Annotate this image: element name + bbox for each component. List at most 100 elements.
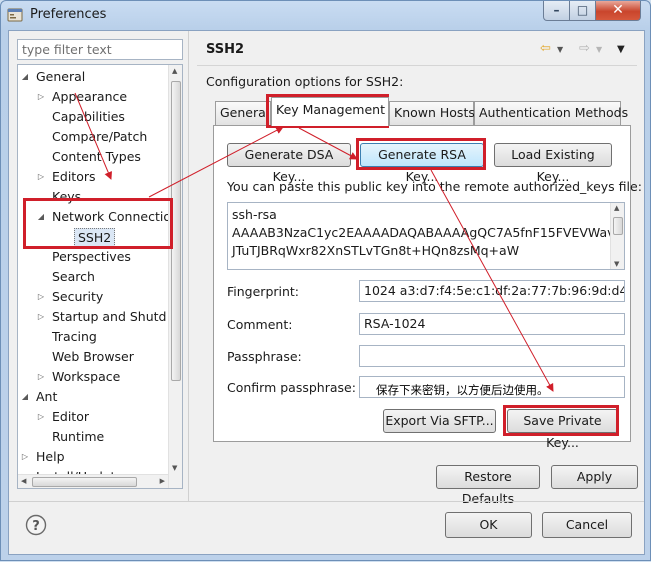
- tree-item-label: Web Browser: [52, 349, 134, 364]
- tab-known-hosts[interactable]: Known Hosts: [389, 101, 475, 125]
- filter-input[interactable]: [17, 39, 183, 60]
- load-existing-key-button[interactable]: Load Existing Key...: [494, 143, 612, 184]
- tree-item[interactable]: ▷ Startup and Shutd: [18, 307, 168, 327]
- tree-item[interactable]: ◢ Network Connectio: [18, 207, 171, 227]
- apply-button[interactable]: Apply: [551, 465, 638, 489]
- tree-item[interactable]: Tracing: [18, 327, 168, 347]
- tree-item[interactable]: Search: [18, 267, 168, 287]
- tab-label: Key Management: [276, 102, 385, 117]
- public-key-textarea[interactable]: ssh-rsa AAAAB3NzaC1yc2EAAAADAQABAAAAgQC7…: [227, 202, 625, 270]
- tree-item[interactable]: ◢ General: [18, 67, 168, 87]
- help-icon[interactable]: ?: [25, 514, 47, 536]
- title-bar[interactable]: Preferences – □ ✕: [1, 1, 650, 29]
- close-icon: ✕: [612, 2, 624, 18]
- comment-field[interactable]: RSA-1024: [359, 313, 625, 335]
- tab-key-management[interactable]: Key Management: [271, 97, 389, 126]
- generate-dsa-key-button[interactable]: Generate DSA Key...: [227, 143, 351, 184]
- paste-hint-label: You can paste this public key into the r…: [227, 179, 642, 194]
- tree-item[interactable]: SSH2: [18, 227, 168, 247]
- collapsed-triangle-icon[interactable]: ▷: [36, 287, 46, 307]
- tree-item[interactable]: ▷ Help: [18, 447, 168, 467]
- window-title: Preferences: [30, 7, 107, 22]
- tree-horizontal-scrollbar[interactable]: ◀ ▶: [18, 474, 168, 488]
- tree-item-label: SSH2: [74, 228, 116, 247]
- minimize-button[interactable]: –: [543, 1, 570, 21]
- help-icon-glyph: ?: [32, 519, 40, 534]
- tree-item[interactable]: ▷ Workspace: [18, 367, 168, 387]
- maximize-icon: □: [576, 3, 589, 17]
- tree-item-label: Help: [36, 449, 65, 464]
- tab-label: Known Hosts: [394, 105, 475, 120]
- scroll-up-icon[interactable]: ▲: [172, 67, 177, 75]
- collapsed-triangle-icon[interactable]: ▷: [36, 87, 46, 107]
- footer-separator: [9, 501, 644, 502]
- collapsed-triangle-icon[interactable]: ▷: [36, 407, 46, 427]
- tree-item[interactable]: Runtime: [18, 427, 168, 447]
- tree-item-label: Content Types: [52, 149, 141, 164]
- back-arrow-icon[interactable]: ⇦: [540, 41, 551, 56]
- passphrase-field[interactable]: [359, 345, 625, 367]
- tree-vertical-scrollbar[interactable]: ▲ ▼: [168, 65, 182, 488]
- tree-item[interactable]: ▷ Security: [18, 287, 168, 307]
- tree-item-label: Security: [52, 289, 104, 304]
- dialog-body: ◢ General ▷ Appearance Capabilities Compare/P…: [8, 30, 645, 555]
- scroll-right-icon[interactable]: ▶: [160, 477, 165, 485]
- public-key-scroll-thumb[interactable]: [613, 217, 623, 235]
- tree-item-label: Editor: [52, 409, 89, 424]
- page-title: SSH2: [206, 42, 245, 57]
- tree-item[interactable]: ◢ Ant: [18, 387, 168, 407]
- cancel-button[interactable]: Cancel: [542, 512, 632, 538]
- maximize-button[interactable]: □: [570, 1, 596, 21]
- scroll-down-icon[interactable]: ▼: [614, 260, 619, 268]
- collapsed-triangle-icon[interactable]: ▷: [36, 307, 46, 327]
- tree-item-label: Capabilities: [52, 109, 125, 124]
- tree-item[interactable]: Capabilities: [18, 107, 168, 127]
- expanded-triangle-icon[interactable]: ◢: [20, 387, 30, 407]
- collapsed-triangle-icon[interactable]: ▷: [20, 447, 30, 467]
- tree-horizontal-scroll-thumb[interactable]: [32, 477, 137, 487]
- tree-item-label: Startup and Shutd: [52, 309, 167, 324]
- forward-menu-chevron-icon[interactable]: ▼: [596, 45, 602, 54]
- scroll-down-icon[interactable]: ▼: [172, 464, 177, 472]
- annotation-text: 保存下来密钥，以方便后边使用。: [376, 383, 549, 397]
- tree-item[interactable]: Perspectives: [18, 247, 168, 267]
- fingerprint-field[interactable]: 1024 a3:d7:f4:5e:c1:df:2a:77:7b:96:9d:d4…: [359, 280, 625, 302]
- public-key-scrollbar[interactable]: ▲ ▼: [610, 203, 624, 269]
- tree-item[interactable]: ▷ Appearance: [18, 87, 168, 107]
- collapsed-triangle-icon[interactable]: ▷: [36, 167, 46, 187]
- tree-item-label: Keys: [52, 189, 82, 204]
- tree-item-label: Editors: [52, 169, 96, 184]
- tab-authentication-methods[interactable]: Authentication Methods: [474, 101, 628, 125]
- tree-item-label: Perspectives: [52, 249, 131, 264]
- save-private-key-button[interactable]: Save Private Key...: [507, 409, 618, 450]
- tree-vertical-scroll-thumb[interactable]: [171, 81, 181, 381]
- scroll-left-icon[interactable]: ◀: [21, 477, 26, 485]
- passphrase-label: Passphrase:: [227, 349, 302, 364]
- tree-item-label: General: [36, 69, 86, 84]
- restore-defaults-button[interactable]: Restore Defaults: [436, 465, 540, 506]
- public-key-line: AAAAB3NzaC1yc2EAAAADAQABAAAAgQC7A5fnF15F…: [232, 225, 625, 240]
- view-menu-icon[interactable]: ▼: [617, 44, 625, 55]
- pane-divider[interactable]: [188, 31, 189, 501]
- close-button[interactable]: ✕: [596, 1, 641, 21]
- back-menu-chevron-icon[interactable]: ▼: [557, 45, 563, 54]
- export-via-sftp-button[interactable]: Export Via SFTP...: [383, 409, 496, 433]
- collapsed-triangle-icon[interactable]: ▷: [36, 367, 46, 387]
- tree-item[interactable]: Keys: [18, 187, 168, 207]
- tree-item[interactable]: Web Browser: [18, 347, 168, 367]
- confirm-passphrase-label: Confirm passphrase:: [227, 380, 356, 395]
- tree-item[interactable]: ▷ Editors: [18, 167, 168, 187]
- ok-button[interactable]: OK: [445, 512, 532, 538]
- generate-rsa-key-button[interactable]: Generate RSA Key...: [360, 143, 484, 184]
- public-key-line: JTuTJBRqWxr82XnSTLvTGn8t+HQn8zsMq+aW: [232, 243, 520, 258]
- tree-item[interactable]: Compare/Patch: [18, 127, 168, 147]
- tree-item[interactable]: ▷ Editor: [18, 407, 168, 427]
- preferences-app-icon: [7, 8, 23, 22]
- forward-arrow-icon[interactable]: ⇨: [579, 41, 590, 56]
- scroll-up-icon[interactable]: ▲: [614, 204, 619, 212]
- fingerprint-label: Fingerprint:: [227, 284, 300, 299]
- expanded-triangle-icon[interactable]: ◢: [36, 207, 46, 227]
- tab-general[interactable]: General: [215, 101, 271, 125]
- expanded-triangle-icon[interactable]: ◢: [20, 67, 30, 87]
- tree-item[interactable]: Content Types: [18, 147, 168, 167]
